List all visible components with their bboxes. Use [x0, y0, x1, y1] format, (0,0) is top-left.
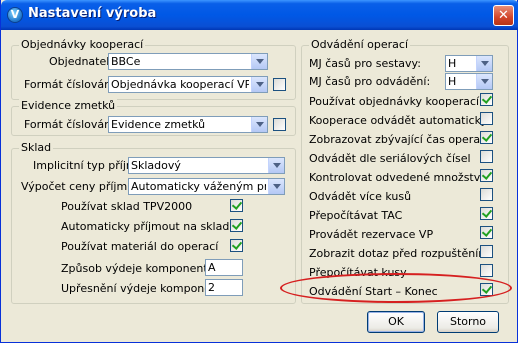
vice-kusu-checkbox[interactable] — [480, 188, 493, 201]
vypocet-value: Automaticky váženým průmě — [131, 180, 266, 193]
zmetky-format-select[interactable]: Evidence zmetků — [108, 116, 268, 133]
odvadeni-check-label: Odvádět více kusů — [309, 190, 412, 203]
odvadeni-check-label: Odvádění Start – Konec — [309, 285, 438, 298]
zpusob-label: Způsob výdeje komponent: — [61, 262, 212, 275]
chevron-down-icon[interactable] — [476, 74, 492, 89]
odvadeni-check-label: Kooperace odvádět automaticky — [309, 114, 488, 127]
group-legend: Objednávky kooperací — [19, 38, 146, 51]
vypocet-label: Výpočet ceny příjmu: — [21, 180, 138, 193]
chevron-down-icon[interactable] — [268, 158, 284, 173]
mj-odvadeni-label: MJ časů pro odvádění: — [309, 75, 431, 88]
odvadeni-check-label: Odvádět dle seriálových čísel — [309, 152, 471, 165]
vypocet-select[interactable]: Automaticky váženým průmě — [128, 178, 285, 195]
prepocet-kusy-checkbox[interactable] — [480, 264, 493, 277]
kontrola-mnozstvi-checkbox[interactable] — [480, 169, 493, 182]
mj-odvadeni-select[interactable]: H — [445, 73, 493, 90]
mj-sestavy-select[interactable]: H — [445, 55, 493, 72]
chevron-down-icon[interactable] — [251, 117, 267, 132]
prepocet-tac-checkbox[interactable] — [480, 207, 493, 220]
objednatel-value: BBCe — [111, 55, 141, 68]
odvadeni-check-label: Přepočítávat TAC — [309, 209, 403, 222]
serialova-cisla-checkbox[interactable] — [480, 150, 493, 163]
odvadeni-check-label: Provádět rezervace VP — [309, 228, 434, 241]
zpusob-input[interactable]: A — [205, 259, 243, 276]
cancel-button[interactable]: Storno — [437, 311, 499, 333]
odvadeni-check-label: Používat objednávky kooperací — [309, 95, 480, 108]
odvadeni-check-label: Zobrazovat zbývající čas operace — [309, 133, 493, 146]
format-select[interactable]: Objednávka kooperací VP — [108, 76, 268, 93]
start-konec-checkbox[interactable] — [480, 283, 493, 296]
group-legend: Odvádění operací — [309, 38, 411, 51]
format-value: Objednávka kooperací VP — [111, 78, 249, 91]
app-v-icon: V — [7, 7, 23, 23]
implicitni-value: Skladový — [131, 159, 181, 172]
auto-prijem-checkbox[interactable] — [230, 219, 243, 232]
objednavky-kooperaci-checkbox[interactable] — [480, 93, 493, 106]
window-title: Nastavení výroba — [28, 6, 157, 21]
material-checkbox[interactable] — [230, 239, 243, 252]
upresneni-value: 2 — [208, 281, 215, 294]
format-checkbox[interactable] — [273, 78, 286, 91]
group-legend: Evidence zmetků — [19, 99, 118, 112]
mj-sestavy-value: H — [448, 57, 457, 70]
kooperace-auto-checkbox[interactable] — [480, 112, 493, 125]
zmetky-format-label: Formát číslování: — [24, 118, 118, 131]
chevron-down-icon[interactable] — [268, 179, 284, 194]
dotaz-rozpusteni-checkbox[interactable] — [480, 245, 493, 258]
odvadeni-check-label: Zobrazit dotaz před rozpuštěním — [309, 247, 489, 260]
odvadeni-check-label: Kontrolovat odvedené množství — [309, 171, 484, 184]
odvadeni-check-label: Přepočítávat kusy — [309, 266, 407, 279]
objednatel-label: Objednatel: — [49, 55, 114, 68]
zpusob-value: A — [208, 261, 216, 274]
group-legend: Sklad — [19, 141, 54, 154]
zmetky-format-checkbox[interactable] — [273, 118, 286, 131]
chevron-down-icon[interactable] — [476, 56, 492, 71]
zmetky-format-value: Evidence zmetků — [111, 118, 206, 131]
close-button[interactable]: ✕ — [493, 5, 514, 26]
objednatel-select[interactable]: BBCe — [108, 53, 268, 70]
chevron-down-icon[interactable] — [251, 54, 267, 69]
upresneni-input[interactable]: 2 — [205, 279, 243, 296]
settings-dialog: V Nastavení výroba ✕ Objednávky kooperac… — [0, 0, 518, 343]
sklad-check-label: Automaticky příjmout na sklad — [61, 220, 230, 233]
mj-sestavy-label: MJ časů pro sestavy: — [309, 57, 421, 70]
format-label: Formát číslování: — [24, 78, 118, 91]
sklad-check-label: Používat materiál do operací — [61, 240, 219, 253]
sklad-check-label: Používat sklad TPV2000 — [61, 200, 193, 213]
ok-button[interactable]: OK — [367, 311, 425, 333]
upresneni-label: Upřesnění výdeje komponent: — [61, 282, 227, 295]
chevron-down-icon[interactable] — [251, 77, 267, 92]
implicitni-select[interactable]: Skladový — [128, 157, 285, 174]
zbyvajici-cas-checkbox[interactable] — [480, 131, 493, 144]
title-bar[interactable]: V Nastavení výroba ✕ — [1, 0, 518, 30]
sklad-tpv-checkbox[interactable] — [230, 199, 243, 212]
mj-odvadeni-value: H — [448, 75, 457, 88]
rezervace-vp-checkbox[interactable] — [480, 226, 493, 239]
